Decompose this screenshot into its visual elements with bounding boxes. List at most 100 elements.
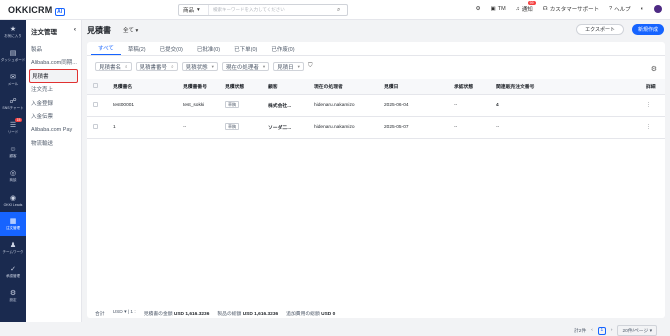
tab-ordered[interactable]: 已下单(0) <box>227 42 264 55</box>
filter-date[interactable]: 見積日 ▾ <box>273 62 304 71</box>
select-all-checkbox[interactable] <box>93 82 98 88</box>
table-row[interactable]: test00001 test_sokki 草稿 株式会社... hidenaru… <box>87 94 665 117</box>
nav-leads[interactable]: ☰ リード 15 <box>0 116 26 140</box>
page-size-select[interactable]: 20件/ページ ▾ <box>617 325 657 336</box>
col-customer[interactable]: 顧客 <box>266 79 312 95</box>
chevron-down-icon: ▾ <box>197 7 200 13</box>
filter-icon[interactable]: ⛉ <box>308 63 313 70</box>
tab-approved[interactable]: 已批准(0) <box>190 42 227 55</box>
nav-dashboard[interactable]: ▤ ダッシュボード <box>0 44 26 68</box>
settings-button[interactable]: ⚙ <box>476 6 481 12</box>
calendar-button[interactable]: ▣ TM <box>491 6 506 12</box>
pagination: 計2件 ‹ 1 › 20件/ページ ▾ <box>574 325 657 336</box>
submenu-item-payment-entry[interactable]: 入金登録 <box>26 96 81 110</box>
target-icon: ◎ <box>9 170 17 177</box>
search-input[interactable]: 検索キーワードを入力してください <box>209 7 337 13</box>
submenu-title: 注文管理 ‹ <box>31 26 76 36</box>
cell-date: 2025-06-04 <box>382 94 452 117</box>
nav-deals[interactable]: ◎ 商談 <box>0 164 26 188</box>
nav-sns[interactable]: ☍ SNSチャート <box>0 92 26 116</box>
top-bar: OKKICRM AI 商品 ▾ 検索キーワードを入力してください ⌕ ⚙ ▣ TM … <box>0 0 670 20</box>
next-page-icon[interactable]: › <box>611 328 613 333</box>
nav-orders[interactable]: ▦ 注文管理 <box>0 212 26 236</box>
cell-name[interactable]: 1 <box>111 116 181 139</box>
col-handler[interactable]: 現在の処理者 <box>312 79 382 95</box>
tab-voided[interactable]: 已作废(0) <box>264 42 301 55</box>
nav-customers[interactable]: ☺ 顧客 <box>0 140 26 164</box>
page-number[interactable]: 1 <box>597 326 606 335</box>
headset-icon: ☊ <box>542 6 548 12</box>
submenu-item-products[interactable]: 製品 <box>26 42 81 56</box>
app-logo[interactable]: OKKICRM AI <box>8 5 65 16</box>
status-tabs: すべて 草稿(2) 已提交(0) 已批准(0) 已下单(0) 已作废(0) <box>87 42 665 56</box>
prev-page-icon[interactable]: ‹ <box>591 328 593 333</box>
cell-order[interactable]: 4 <box>494 94 644 117</box>
column-settings-icon[interactable]: ⚙ <box>651 65 657 73</box>
filter-handler[interactable]: 現在の処理者 ▾ <box>221 62 270 71</box>
nav-settings[interactable]: ⚙ 設定 <box>0 284 26 308</box>
col-name[interactable]: 見積書名 <box>111 79 181 95</box>
submenu-item-quotations[interactable]: 見積書 <box>29 69 78 83</box>
chat-icon: ☍ <box>9 98 17 105</box>
nav-approval[interactable]: ✓ 承認管理 <box>0 260 26 284</box>
help-button[interactable]: ? ヘルプ <box>609 5 631 13</box>
filter-bar: 見積書名 ⌕ 見積書番号 ⌕ 見積状態 ▾ 現在の処理者 ▾ 見積日 ▾ ⛉ <box>87 56 665 77</box>
cell-customer[interactable]: ソーダ二... <box>266 116 312 139</box>
topbar-actions: ⚙ ▣ TM ♫ 通知 99 ☊ カスタマーサポート ? ヘルプ ◐ <box>476 1 662 13</box>
gear-icon: ⚙ <box>9 290 17 297</box>
col-status[interactable]: 見積状態 <box>223 79 266 95</box>
more-icon[interactable]: ⋮ <box>644 94 665 117</box>
submenu-item-sales-orders[interactable]: 注文売上 <box>26 83 81 97</box>
table-row[interactable]: 1 -- 草稿 ソーダ二... hidenaru.nakamizo 2025-0… <box>87 116 665 139</box>
cell-order: -- <box>494 116 644 139</box>
tab-all[interactable]: すべて <box>91 42 121 55</box>
avatar[interactable] <box>654 5 662 13</box>
submenu: 注文管理 ‹ 製品 Alibaba.com同期... 見積書 注文売上 入金登録 … <box>26 20 82 322</box>
chevron-down-icon: ▾ <box>211 63 214 69</box>
row-checkbox[interactable] <box>93 123 98 129</box>
submenu-item-alibaba-sync[interactable]: Alibaba.com同期... <box>26 56 81 70</box>
col-number[interactable]: 見積書番号 <box>181 79 223 95</box>
cell-number: test_sokki <box>181 94 223 117</box>
cell-name[interactable]: test00001 <box>111 94 181 117</box>
col-approval[interactable]: 承認状態 <box>452 79 494 95</box>
export-button[interactable]: エクスポート <box>576 24 624 35</box>
tab-submitted[interactable]: 已提交(0) <box>153 42 190 55</box>
submenu-item-payment-slips[interactable]: 入金伝票 <box>26 110 81 124</box>
notification-button[interactable]: ♫ 通知 99 <box>516 1 536 13</box>
cell-number: -- <box>181 116 223 139</box>
view-select[interactable]: 全て ▾ <box>123 26 138 34</box>
leads-icon: ☰ <box>9 122 17 129</box>
new-quotation-button[interactable]: 新規作成 <box>631 24 664 35</box>
approval-icon: ✓ <box>10 266 16 273</box>
row-checkbox[interactable] <box>93 101 98 107</box>
col-order[interactable]: 関連販売注文番号 <box>494 79 644 95</box>
filter-quotation-number[interactable]: 見積書番号 ⌕ <box>135 62 178 71</box>
nav-teamwork[interactable]: ♟ チームワーク <box>0 236 26 260</box>
help-icon: ? <box>609 6 613 12</box>
nav-okki-leads[interactable]: ◉ OKKI Leads <box>0 188 26 212</box>
chevron-down-icon: ▾ <box>135 28 139 34</box>
collapse-icon[interactable]: ‹ <box>74 26 76 36</box>
search-icon[interactable]: ⌕ <box>337 7 347 14</box>
submenu-item-alibaba-pay[interactable]: Alibaba.com Pay <box>26 123 81 137</box>
search-icon: ⌕ <box>171 64 174 69</box>
tab-draft[interactable]: 草稿(2) <box>121 42 153 55</box>
cell-date: 2025-05-07 <box>382 116 452 139</box>
currency-select[interactable]: USD ▾ | 1 : <box>113 310 136 317</box>
support-button[interactable]: ☊ カスタマーサポート <box>543 5 599 13</box>
search-scope-select[interactable]: 商品 ▾ <box>179 5 209 15</box>
status-badge: 草稿 <box>225 123 239 130</box>
filter-status[interactable]: 見積状態 ▾ <box>181 62 218 71</box>
order-icon: ▦ <box>9 218 17 225</box>
more-icon[interactable]: ⋮ <box>644 116 665 139</box>
nav-mail[interactable]: ✉ メール <box>0 68 26 92</box>
quotation-list-card: すべて 草稿(2) 已提交(0) 已批准(0) 已下单(0) 已作废(0) 見積… <box>87 42 665 336</box>
cell-customer[interactable]: 株式会社... <box>266 94 312 117</box>
theme-icon[interactable]: ◐ <box>641 6 644 12</box>
nav-favorites[interactable]: ★ お気に入り <box>0 20 26 44</box>
team-icon: ♟ <box>9 242 17 249</box>
submenu-item-logistics[interactable]: 物流輸送 <box>26 137 81 151</box>
col-date[interactable]: 見積日 <box>382 79 452 95</box>
filter-quotation-name[interactable]: 見積書名 ⌕ <box>95 62 132 71</box>
